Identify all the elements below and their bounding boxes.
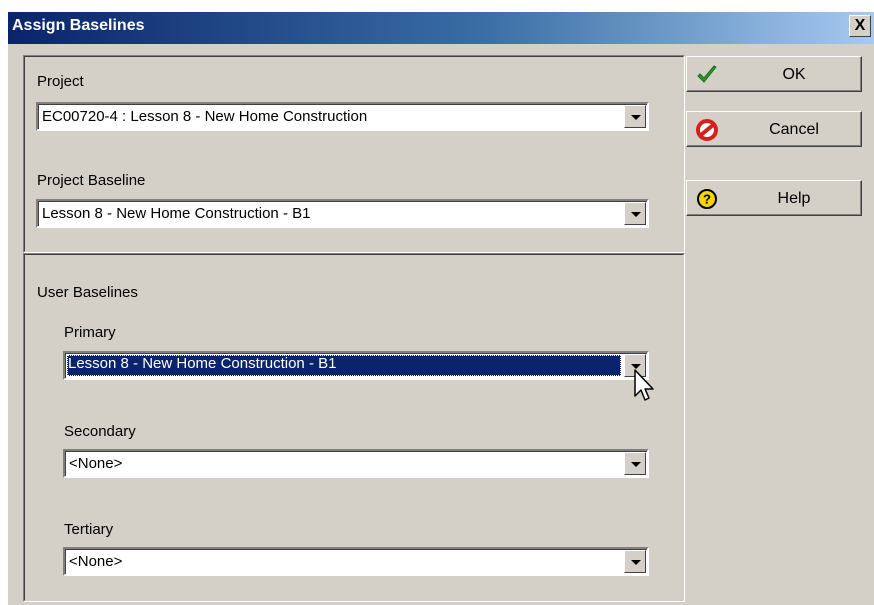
ok-button[interactable]: OK: [686, 56, 862, 92]
project-baseline-label: Project Baseline: [37, 172, 146, 189]
project-panel: Project EC00720-4 : Lesson 8 - New Home …: [23, 55, 685, 253]
project-label: Project: [37, 73, 84, 90]
help-button-label: Help: [777, 190, 811, 207]
mouse-cursor-icon: [634, 369, 654, 401]
window-title: Assign Baselines: [12, 17, 145, 34]
project-baseline-dropdown[interactable]: Lesson 8 - New Home Construction - B1: [36, 199, 649, 228]
dialog-body: Project EC00720-4 : Lesson 8 - New Home …: [8, 44, 874, 605]
project-dropdown-value: EC00720-4 : Lesson 8 - New Home Construc…: [42, 108, 368, 125]
user-baselines-label: User Baselines: [37, 284, 138, 301]
ok-button-label: OK: [782, 66, 806, 83]
user-baselines-panel: User Baselines Primary Lesson 8 - New Ho…: [23, 253, 685, 602]
help-button[interactable]: ? Help: [686, 180, 862, 216]
secondary-label: Secondary: [64, 423, 136, 440]
checkmark-icon: [697, 65, 717, 83]
project-dropdown[interactable]: EC00720-4 : Lesson 8 - New Home Construc…: [36, 102, 649, 131]
svg-text:?: ?: [703, 192, 711, 207]
close-icon: X: [854, 17, 866, 34]
tertiary-label: Tertiary: [64, 521, 114, 538]
close-button[interactable]: X: [849, 15, 871, 37]
primary-dropdown-value: Lesson 8 - New Home Construction - B1: [68, 355, 337, 372]
secondary-dropdown-value: <None>: [69, 455, 123, 472]
assign-baselines-dialog: Assign Baselines X Project EC00720-4 : L…: [0, 0, 874, 605]
cancel-icon: [696, 119, 718, 141]
secondary-dropdown[interactable]: <None>: [63, 449, 649, 478]
primary-dropdown[interactable]: Lesson 8 - New Home Construction - B1: [63, 351, 649, 380]
primary-label: Primary: [64, 324, 116, 341]
cancel-button-label: Cancel: [769, 121, 819, 138]
cancel-button[interactable]: Cancel: [686, 111, 862, 147]
secondary-dropdown-arrow[interactable]: [624, 452, 646, 475]
project-dropdown-arrow[interactable]: [624, 105, 646, 128]
help-icon: ?: [697, 189, 717, 209]
tertiary-dropdown[interactable]: <None>: [63, 547, 649, 576]
project-baseline-dropdown-value: Lesson 8 - New Home Construction - B1: [42, 205, 311, 222]
tertiary-dropdown-arrow[interactable]: [624, 550, 646, 573]
project-baseline-dropdown-arrow[interactable]: [624, 202, 646, 225]
title-bar[interactable]: Assign Baselines X: [0, 0, 874, 44]
tertiary-dropdown-value: <None>: [69, 553, 123, 570]
